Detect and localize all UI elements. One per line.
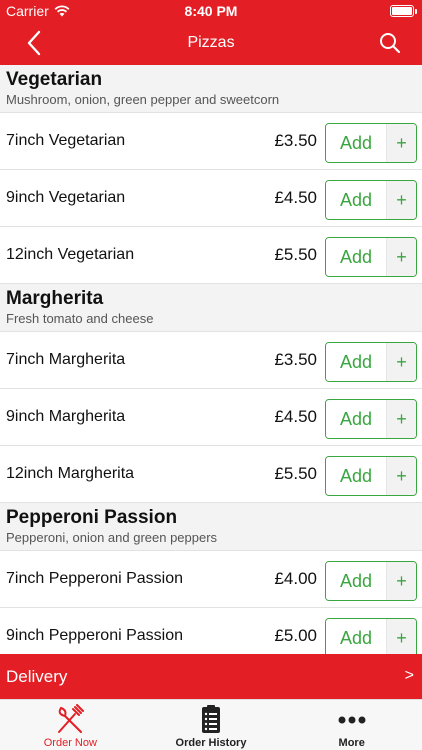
add-label[interactable]: Add (326, 238, 386, 276)
add-button[interactable]: Add + (325, 456, 417, 496)
tab-order-now[interactable]: Order Now (0, 700, 141, 750)
item-name: 12inch Margherita (6, 465, 135, 482)
section-description: Pepperoni, onion and green peppers (6, 530, 218, 545)
item-price: £4.50 (274, 188, 317, 207)
status-bar: Carrier 8:40 PM (0, 0, 422, 22)
item-price: £5.50 (274, 245, 317, 264)
search-icon[interactable] (378, 31, 402, 55)
menu-item: 12inch Margherita £5.50 Add + (0, 446, 422, 503)
plus-icon[interactable]: + (386, 181, 416, 219)
section-title: Margherita (6, 288, 104, 309)
delivery-label[interactable]: Delivery (6, 667, 67, 687)
menu-list[interactable]: Vegetarian Mushroom, onion, green pepper… (0, 65, 422, 654)
section-description: Mushroom, onion, green pepper and sweetc… (6, 92, 280, 107)
tab-label: More (338, 737, 365, 749)
plus-icon[interactable]: + (386, 238, 416, 276)
plus-icon[interactable]: + (386, 343, 416, 381)
item-name: 9inch Vegetarian (6, 189, 126, 206)
delivery-bar[interactable]: Delivery > (0, 654, 422, 699)
nav-bar: Pizzas (0, 22, 422, 65)
add-button[interactable]: Add + (325, 237, 417, 277)
plus-icon[interactable]: + (386, 562, 416, 600)
tab-order-history[interactable]: Order History (141, 700, 282, 750)
tab-bar: Order Now Order History More (0, 699, 422, 750)
section-header-margherita: Margherita Fresh tomato and cheese (0, 284, 422, 332)
menu-item: 12inch Vegetarian £5.50 Add + (0, 227, 422, 284)
battery-icon (390, 5, 417, 17)
plus-icon[interactable]: + (386, 124, 416, 162)
item-price: £5.50 (274, 464, 317, 483)
add-label[interactable]: Add (326, 343, 386, 381)
section-header-vegetarian: Vegetarian Mushroom, onion, green pepper… (0, 65, 422, 113)
plus-icon[interactable]: + (386, 457, 416, 495)
menu-item: 7inch Pepperoni Passion £4.00 Add + (0, 551, 422, 608)
item-name: 7inch Vegetarian (6, 132, 126, 149)
add-button[interactable]: Add + (325, 618, 417, 654)
clipboard-icon (202, 705, 220, 733)
section-title: Pepperoni Passion (6, 507, 178, 528)
menu-item: 9inch Vegetarian £4.50 Add + (0, 170, 422, 227)
menu-item: 7inch Margherita £3.50 Add + (0, 332, 422, 389)
add-label[interactable]: Add (326, 124, 386, 162)
add-label[interactable]: Add (326, 457, 386, 495)
item-price: £4.50 (274, 407, 317, 426)
page-title: Pizzas (187, 34, 235, 51)
add-button[interactable]: Add + (325, 399, 417, 439)
item-price: £4.00 (274, 569, 317, 588)
plus-icon[interactable]: + (386, 619, 416, 654)
menu-item: 9inch Pepperoni Passion £5.00 Add + (0, 608, 422, 654)
fork-knife-icon (58, 704, 85, 733)
add-label[interactable]: Add (326, 400, 386, 438)
more-dots-icon (338, 716, 366, 724)
item-name: 9inch Margherita (6, 408, 126, 425)
section-title: Vegetarian (6, 69, 103, 90)
status-time: 8:40 PM (184, 3, 238, 19)
tab-more[interactable]: More (281, 700, 422, 750)
add-button[interactable]: Add + (325, 123, 417, 163)
menu-item: 7inch Vegetarian £3.50 Add + (0, 113, 422, 170)
section-header-pepperoni-passion: Pepperoni Passion Pepperoni, onion and g… (0, 503, 422, 551)
add-button[interactable]: Add + (325, 342, 417, 382)
tab-label: Order History (175, 737, 247, 749)
add-label[interactable]: Add (326, 619, 386, 654)
menu-item: 9inch Margherita £4.50 Add + (0, 389, 422, 446)
add-label[interactable]: Add (326, 181, 386, 219)
item-name: 9inch Pepperoni Passion (6, 627, 184, 644)
add-button[interactable]: Add + (325, 561, 417, 601)
plus-icon[interactable]: + (386, 400, 416, 438)
item-name: 7inch Margherita (6, 351, 126, 368)
chevron-right-icon[interactable]: > (405, 667, 414, 685)
add-button[interactable]: Add + (325, 180, 417, 220)
item-price: £5.00 (274, 626, 317, 645)
item-name: 7inch Pepperoni Passion (6, 570, 184, 587)
item-price: £3.50 (274, 131, 317, 150)
item-name: 12inch Vegetarian (6, 246, 135, 263)
add-label[interactable]: Add (326, 562, 386, 600)
item-price: £3.50 (274, 350, 317, 369)
tab-label: Order Now (43, 737, 97, 749)
section-description: Fresh tomato and cheese (6, 311, 154, 326)
